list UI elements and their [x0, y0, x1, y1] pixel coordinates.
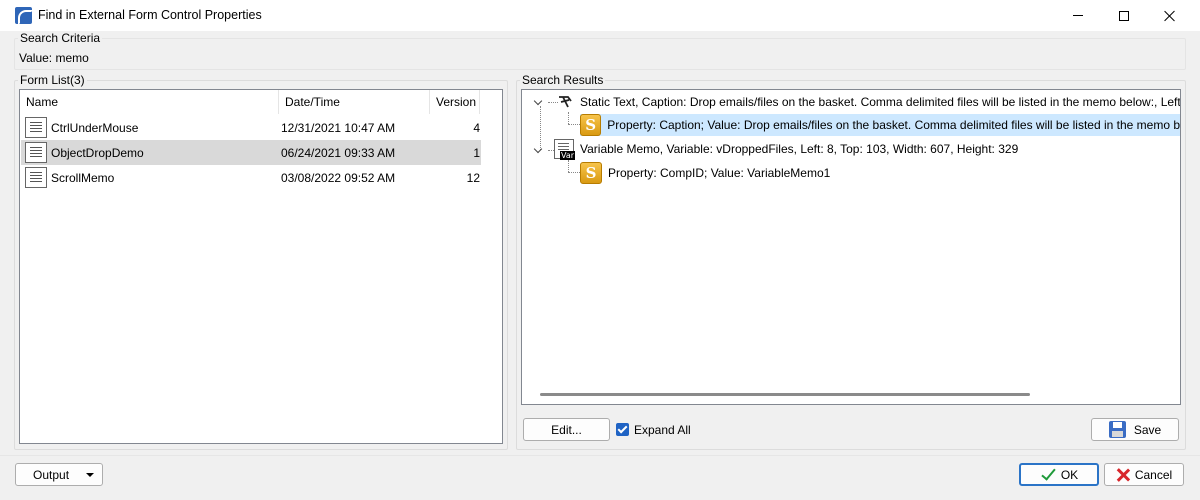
property-icon: S [580, 162, 602, 184]
cancel-label: Cancel [1134, 467, 1173, 482]
var-tag: Var [560, 151, 576, 160]
row-name: CtrlUnderMouse [51, 120, 139, 135]
horizontal-scrollbar[interactable] [540, 393, 1030, 396]
column-header-name[interactable]: Name [20, 90, 279, 114]
tree-node-static-text[interactable]: Static Text, Caption: Drop emails/files … [556, 91, 1181, 113]
form-list-header: Name Date/Time Version [20, 90, 502, 114]
output-label: Output [33, 467, 70, 482]
maximize-icon [1119, 10, 1129, 21]
search-criteria-legend: Search Criteria [18, 31, 103, 45]
form-list-view[interactable]: Name Date/Time Version CtrlUnderMouse 12… [19, 89, 503, 444]
window-title: Find in External Form Control Properties [38, 8, 262, 22]
title-bar: Find in External Form Control Properties [0, 0, 1200, 31]
search-results-legend: Search Results [520, 73, 606, 87]
form-icon [25, 142, 47, 163]
tree-node-variable-memo[interactable]: Var Variable Memo, Variable: vDroppedFil… [554, 138, 1018, 160]
maximize-button[interactable] [1101, 0, 1147, 31]
tree-connector [540, 106, 541, 150]
tree-connector [568, 112, 569, 124]
cancel-x-icon [1116, 468, 1130, 482]
checkmark-icon [1040, 469, 1056, 481]
form-list-legend: Form List(3) [18, 73, 87, 87]
tree-node-label: Variable Memo, Variable: vDroppedFiles, … [580, 142, 1019, 156]
search-criteria-value: Value: memo [19, 51, 89, 65]
row-name: ObjectDropDemo [51, 145, 144, 160]
row-name: ScrollMemo [51, 170, 115, 185]
tree-connector [568, 172, 580, 173]
expand-all-label: Expand All [634, 423, 691, 437]
row-version: 4 [473, 120, 480, 135]
chevron-down-icon[interactable] [534, 98, 542, 106]
property-icon: S [580, 114, 602, 136]
close-button[interactable] [1147, 0, 1193, 31]
static-text-icon [559, 96, 572, 108]
edit-button[interactable]: Edit... [523, 418, 610, 441]
tree-node-property-caption[interactable]: S Property: Caption; Value: Drop emails/… [580, 114, 1180, 136]
table-row[interactable]: ObjectDropDemo 06/24/2021 09:33 AM 1 [21, 140, 481, 165]
output-dropdown-button[interactable]: Output [15, 463, 103, 486]
tree-node-label: Property: Caption; Value: Drop emails/fi… [607, 118, 1180, 132]
tree-node-property-compid[interactable]: S Property: CompID; Value: VariableMemo1 [580, 162, 830, 184]
tree-node-label: Property: CompID; Value: VariableMemo1 [608, 166, 831, 180]
table-row[interactable]: ScrollMemo 03/08/2022 09:52 AM 12 [21, 165, 481, 190]
table-row[interactable]: CtrlUnderMouse 12/31/2021 10:47 AM 4 [21, 115, 481, 140]
row-datetime: 03/08/2022 09:52 AM [281, 170, 396, 185]
ok-button[interactable]: OK [1019, 463, 1099, 486]
expand-all-checkbox[interactable] [616, 423, 629, 436]
close-icon [1164, 10, 1176, 22]
caret-down-icon [86, 473, 94, 477]
column-header-version[interactable]: Version [430, 90, 480, 114]
chevron-down-icon[interactable] [534, 146, 542, 154]
row-version: 12 [466, 170, 480, 185]
app-icon [15, 7, 33, 25]
row-version: 1 [473, 145, 480, 160]
search-results-tree[interactable]: Static Text, Caption: Drop emails/files … [521, 89, 1181, 405]
tree-node-label: Static Text, Caption: Drop emails/files … [580, 95, 1181, 109]
row-datetime: 12/31/2021 10:47 AM [281, 120, 396, 135]
save-label: Save [1133, 422, 1162, 437]
floppy-disk-icon [1108, 421, 1126, 438]
ok-label: OK [1060, 467, 1079, 482]
cancel-button[interactable]: Cancel [1104, 463, 1184, 486]
minimize-icon [1073, 15, 1083, 16]
tree-connector [568, 160, 569, 172]
form-icon [25, 117, 47, 138]
search-criteria-group: Search Criteria [14, 31, 1186, 70]
minimize-button[interactable] [1055, 0, 1101, 31]
row-datetime: 06/24/2021 09:33 AM [281, 145, 396, 160]
tree-connector [568, 124, 580, 125]
form-icon [25, 167, 47, 188]
footer-separator [0, 455, 1200, 456]
variable-memo-icon: Var [554, 139, 576, 160]
save-button[interactable]: Save [1091, 418, 1179, 441]
column-header-datetime[interactable]: Date/Time [279, 90, 430, 114]
